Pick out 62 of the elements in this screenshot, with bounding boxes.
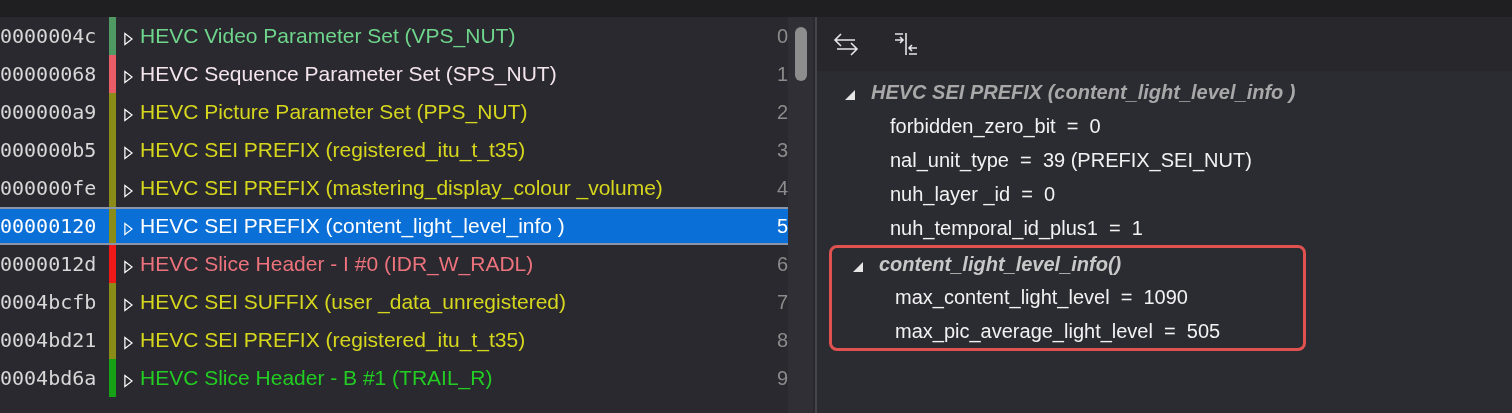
- expand-triangle-icon[interactable]: [124, 260, 133, 274]
- offset-text: 000000b5: [0, 137, 98, 164]
- field-value-text: forbidden_zero_bit = 0: [890, 114, 1101, 138]
- field-value-text: max_content_light_level = 1090: [895, 285, 1188, 309]
- expand-triangle-icon[interactable]: [124, 70, 133, 84]
- field-value-text: nal_unit_type = 39 (PREFIX_SEI_NUT): [890, 148, 1252, 172]
- expand-triangle-icon[interactable]: [124, 298, 133, 312]
- nal-unit-row[interactable]: 0004bd6a HEVC Slice Header - B #1 (TRAIL_R) 9: [0, 359, 788, 397]
- expand-triangle-icon[interactable]: [124, 108, 133, 122]
- nal-unit-row[interactable]: 00000068 HEVC Sequence Parameter Set (SPS_NUT) 1: [0, 55, 788, 93]
- index-number: 2: [775, 99, 788, 125]
- nal-unit-name: HEVC SEI PREFIX (registered_itu_t_t35): [140, 137, 527, 164]
- nal-unit-row[interactable]: 000000b5 HEVC SEI PREFIX (registered_itu_t_t35) 3: [0, 131, 788, 169]
- expanded-triangle-icon[interactable]: [845, 90, 855, 100]
- field-value-text: nuh_temporal_id_plus1 = 1: [890, 216, 1143, 240]
- index-number: 8: [775, 327, 788, 353]
- expand-triangle-icon[interactable]: [124, 336, 133, 350]
- nal-unit-name: HEVC SEI SUFFIX (user _data_unregistered): [140, 289, 567, 316]
- nal-unit-name: HEVC SEI PREFIX (registered_itu_t_t35): [140, 327, 527, 354]
- offset-text: 000000fe: [0, 175, 98, 202]
- nal-unit-row[interactable]: 000000a9 HEVC Picture Parameter Set (PPS_NUT) 2: [0, 93, 788, 131]
- nal-unit-row[interactable]: 000000fe HEVC SEI PREFIX (mastering_display_colour _volume) 4: [0, 169, 788, 207]
- nal-unit-row[interactable]: 0000004c HEVC Video Parameter Set (VPS_NUT) 0: [0, 17, 788, 55]
- offset-text: 00000068: [0, 61, 98, 88]
- nal-unit-name: HEVC Picture Parameter Set (PPS_NUT): [140, 99, 529, 126]
- nal-unit-row[interactable]: 0000012d HEVC Slice Header - I #0 (IDR_W_RADL) 6: [0, 245, 788, 283]
- expand-triangle-icon[interactable]: [124, 374, 133, 388]
- expand-triangle-icon[interactable]: [124, 146, 133, 160]
- tree-node-title: content_light_level_info(): [879, 252, 1122, 276]
- nal-unit-name: HEVC Video Parameter Set (VPS_NUT): [140, 23, 517, 50]
- index-number: 3: [775, 137, 788, 163]
- expand-triangle-icon[interactable]: [124, 32, 133, 46]
- index-number: 7: [775, 289, 788, 315]
- offset-text: 0004bcfb: [0, 289, 98, 316]
- nal-unit-row[interactable]: 00000120 HEVC SEI PREFIX (content_light_level_info ) 5: [0, 207, 788, 245]
- offset-text: 0000004c: [0, 23, 98, 50]
- expand-triangle-icon[interactable]: [124, 184, 133, 198]
- index-number: 4: [775, 175, 788, 201]
- index-number: 5: [775, 213, 788, 239]
- nal-unit-name: HEVC SEI PREFIX (content_light_level_info ): [140, 213, 566, 240]
- index-number: 9: [775, 365, 788, 391]
- nal-unit-name: HEVC Slice Header - B #1 (TRAIL_R): [140, 365, 494, 392]
- expanded-triangle-icon[interactable]: [853, 262, 863, 272]
- swap-arrows-icon[interactable]: [833, 31, 859, 57]
- nal-unit-row[interactable]: 0004bcfb HEVC SEI SUFFIX (user _data_unregistered) 7: [0, 283, 788, 321]
- offset-text: 0004bd6a: [0, 365, 98, 392]
- nal-unit-row[interactable]: 0004bd21 HEVC SEI PREFIX (registered_itu_t_t35) 8: [0, 321, 788, 359]
- nal-unit-name: HEVC Slice Header - I #0 (IDR_W_RADL): [140, 251, 535, 278]
- field-value-text: max_pic_average_light_level = 505: [895, 319, 1221, 343]
- offset-text: 000000a9: [0, 99, 98, 126]
- index-number: 6: [775, 251, 788, 277]
- index-number: 1: [775, 61, 788, 87]
- field-value-text: nuh_layer _id = 0: [890, 182, 1056, 206]
- offset-text: 0004bd21: [0, 327, 98, 354]
- tree-node-title: HEVC SEI PREFIX (content_light_level_info ): [871, 80, 1296, 104]
- nal-unit-name: HEVC SEI PREFIX (mastering_display_colour _volume): [140, 175, 664, 202]
- offset-text: 00000120: [0, 213, 98, 240]
- offset-text: 0000012d: [0, 251, 98, 278]
- collapse-icon[interactable]: [893, 31, 919, 57]
- nal-unit-name: HEVC Sequence Parameter Set (SPS_NUT): [140, 61, 558, 88]
- scrollbar-thumb[interactable]: [794, 27, 807, 81]
- index-number: 0: [775, 23, 788, 49]
